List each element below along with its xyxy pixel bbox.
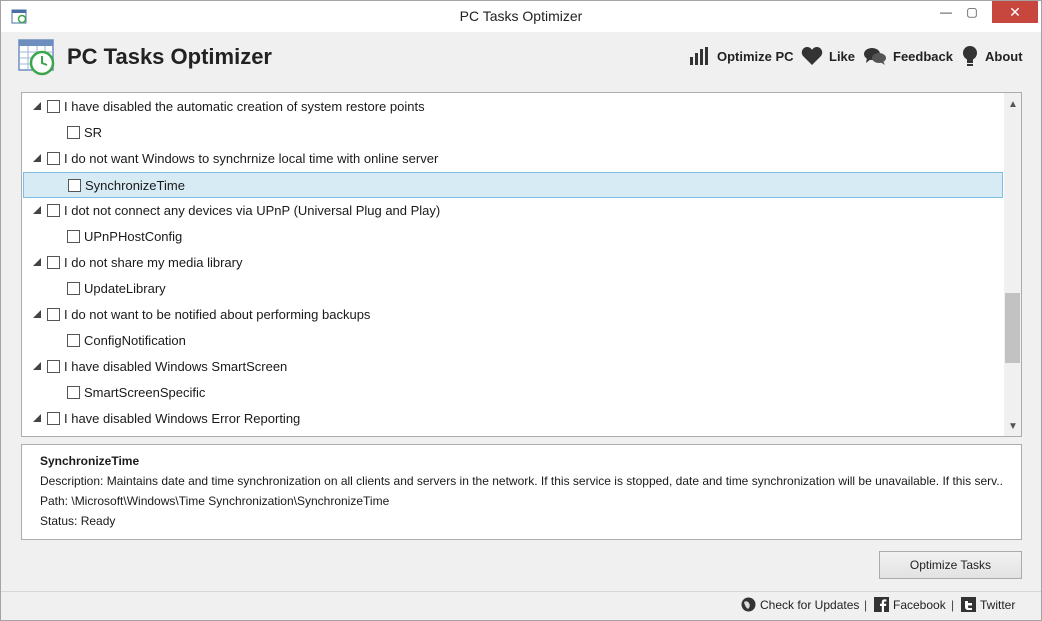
tree-group-row[interactable]: I do not want to be notified about perfo… — [23, 302, 1003, 328]
task-checkbox[interactable] — [67, 334, 80, 347]
facebook-icon — [874, 597, 889, 612]
expand-triangle-icon[interactable] — [33, 154, 41, 162]
window-title: PC Tasks Optimizer — [459, 8, 583, 24]
task-checkbox[interactable] — [47, 152, 60, 165]
tree-group-row[interactable]: I do not share my media library — [23, 250, 1003, 276]
tree-task-row[interactable]: SR — [23, 120, 1003, 146]
tree-group-row[interactable]: I have disabled Windows Error Reporting — [23, 406, 1003, 432]
tree-row-label: SynchronizeTime — [85, 178, 185, 193]
like-link[interactable]: Like — [801, 45, 855, 67]
task-checkbox[interactable] — [67, 230, 80, 243]
check-updates-link[interactable]: Check for Updates — [741, 597, 859, 612]
about-label: About — [985, 48, 1023, 64]
like-label: Like — [829, 48, 856, 64]
expand-triangle-icon[interactable] — [33, 206, 41, 214]
app-logo-icon — [18, 39, 55, 76]
task-checkbox[interactable] — [67, 386, 80, 399]
scrollbar-thumb[interactable] — [1005, 293, 1020, 363]
task-checkbox[interactable] — [47, 412, 60, 425]
scroll-up-arrow-icon[interactable]: ▲ — [1008, 99, 1018, 110]
details-status: Status: Ready — [40, 514, 116, 528]
task-checkbox[interactable] — [47, 308, 60, 321]
tree-task-row[interactable]: UpdateLibrary — [23, 276, 1003, 302]
vertical-scrollbar[interactable]: ▲ ▼ — [1004, 93, 1021, 436]
app-header: PC Tasks Optimizer Optimize PC Like Feed… — [1, 32, 1041, 82]
heart-icon — [801, 47, 823, 65]
tree-row-label: I do not want to be notified about perfo… — [64, 307, 371, 322]
tree-row-label: ConfigNotification — [84, 333, 186, 348]
tree-task-row[interactable]: UPnPHostConfig — [23, 224, 1003, 250]
expand-triangle-icon[interactable] — [33, 310, 41, 318]
feedback-link[interactable]: Feedback — [863, 45, 953, 67]
chat-bubbles-icon — [864, 48, 886, 65]
close-button[interactable]: ✕ — [992, 1, 1038, 23]
scroll-down-arrow-icon[interactable]: ▼ — [1008, 421, 1018, 432]
twitter-label: Twitter — [980, 597, 1016, 612]
task-checkbox[interactable] — [67, 282, 80, 295]
check-updates-label: Check for Updates — [760, 597, 860, 612]
task-checkbox[interactable] — [47, 100, 60, 113]
tree-row-label: I do not want Windows to synchrnize loca… — [64, 151, 439, 166]
tree-row-label: SmartScreenSpecific — [84, 385, 206, 400]
minimize-button[interactable]: — — [933, 1, 959, 23]
optimize-tasks-button[interactable]: Optimize Tasks — [879, 551, 1022, 579]
maximize-button[interactable]: ▢ — [959, 1, 985, 23]
details-path: Path: \Microsoft\Windows\Time Synchroniz… — [40, 494, 390, 508]
app-name-heading: PC Tasks Optimizer — [67, 44, 272, 69]
tree-row-label: SR — [84, 125, 103, 140]
expand-triangle-icon[interactable] — [33, 258, 41, 266]
about-link[interactable]: About — [961, 45, 1023, 67]
optimize-pc-label: Optimize PC — [717, 48, 794, 64]
facebook-label: Facebook — [893, 597, 946, 612]
tree-row-label: I do not share my media library — [64, 255, 243, 270]
tree-task-row[interactable]: SmartScreenSpecific — [23, 380, 1003, 406]
lightbulb-icon — [963, 46, 977, 66]
expand-triangle-icon[interactable] — [33, 102, 41, 110]
optimize-pc-link[interactable]: Optimize PC — [689, 45, 794, 67]
tree-group-row[interactable]: I have disabled Windows SmartScreen — [23, 354, 1003, 380]
tree-row-label: I have disabled the automatic creation o… — [64, 99, 425, 114]
status-separator: | — [864, 598, 868, 612]
feedback-label: Feedback — [893, 48, 953, 64]
task-tree[interactable]: I have disabled the automatic creation o… — [21, 92, 1022, 437]
expand-triangle-icon[interactable] — [33, 362, 41, 370]
twitter-link[interactable]: Twitter — [961, 597, 1015, 612]
tree-group-row[interactable]: I dot not connect any devices via UPnP (… — [23, 198, 1003, 224]
task-checkbox[interactable] — [68, 179, 81, 192]
expand-triangle-icon[interactable] — [33, 414, 41, 422]
tree-row-label: I have disabled Windows SmartScreen — [64, 359, 288, 374]
twitter-icon — [961, 597, 976, 612]
details-title: SynchronizeTime — [40, 454, 140, 468]
tree-row-label: I have disabled Windows Error Reporting — [64, 411, 301, 426]
details-description: Description: Maintains date and time syn… — [40, 474, 1003, 488]
task-checkbox[interactable] — [47, 360, 60, 373]
task-checkbox[interactable] — [47, 204, 60, 217]
facebook-link[interactable]: Facebook — [874, 597, 946, 612]
tree-task-row[interactable]: SynchronizeTime — [23, 172, 1003, 198]
status-bar: Check for Updates | Facebook | Twitter — [1, 591, 1041, 620]
task-checkbox[interactable] — [47, 256, 60, 269]
globe-icon — [741, 597, 756, 612]
title-bar: PC Tasks Optimizer — ▢ ✕ — [1, 1, 1041, 32]
tree-row-label: I dot not connect any devices via UPnP (… — [64, 203, 441, 218]
tree-group-row[interactable]: I do not want Windows to synchrnize loca… — [23, 146, 1003, 172]
status-separator: | — [951, 598, 955, 612]
tree-task-row[interactable]: ConfigNotification — [23, 328, 1003, 354]
app-window: PC Tasks Optimizer — ▢ ✕ PC Tasks Optimi… — [0, 0, 1042, 621]
task-checkbox[interactable] — [67, 126, 80, 139]
task-details-panel: SynchronizeTime Description: Maintains d… — [21, 444, 1022, 540]
tree-row-label: UpdateLibrary — [84, 281, 166, 296]
tree-row-label: UPnPHostConfig — [84, 229, 183, 244]
bar-chart-icon — [690, 47, 708, 65]
tree-group-row[interactable]: I have disabled the automatic creation o… — [23, 94, 1003, 120]
